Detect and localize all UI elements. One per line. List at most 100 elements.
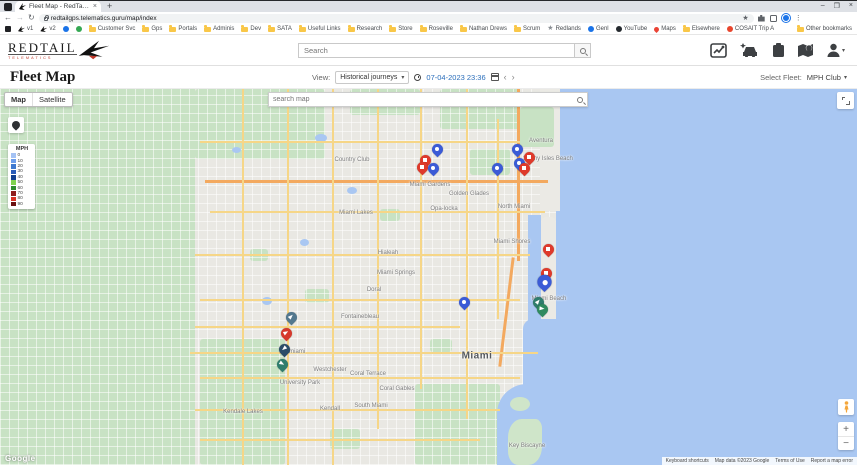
prev-period-button[interactable]: ‹ <box>504 73 507 82</box>
bookmark-item[interactable]: v1 <box>18 26 33 32</box>
search-icon[interactable] <box>577 97 583 103</box>
browser-tab[interactable]: Fleet Map - RedTail Telematics × <box>15 1 101 12</box>
datetime-value[interactable]: 07-04-2023 23:36 <box>426 73 485 82</box>
vehicle-marker[interactable] <box>279 344 290 358</box>
vehicle-alerts-icon[interactable] <box>740 43 759 57</box>
vehicle-marker[interactable] <box>459 297 470 311</box>
bookmark-item[interactable] <box>5 26 11 32</box>
vehicle-marker[interactable] <box>286 312 297 326</box>
search-input[interactable] <box>298 43 574 58</box>
bookmark-item[interactable]: Gps <box>142 26 162 32</box>
brand-logo[interactable]: REDTAIL TELEMATICS <box>8 39 111 61</box>
pegman-button[interactable] <box>838 399 854 415</box>
window-restore-button[interactable]: ❐ <box>834 2 840 10</box>
fullscreen-button[interactable] <box>837 92 854 109</box>
bookmark-item[interactable]: Genl <box>588 26 609 32</box>
new-tab-button[interactable]: + <box>107 1 112 11</box>
bookmark-item[interactable]: Maps <box>654 26 676 32</box>
search-icon <box>580 48 586 54</box>
vehicle-marker[interactable] <box>512 144 523 158</box>
bookmark-item[interactable]: Store <box>389 26 412 32</box>
marker-dot-icon <box>420 165 423 168</box>
bookmark-item[interactable]: YouTube <box>616 26 648 32</box>
map-place-label: Coral Terrace <box>350 371 386 377</box>
map-canvas[interactable]: Map Satellite MPH 0102030405060708090 Mi… <box>0 89 857 465</box>
bookmark-item[interactable]: Roseville <box>420 26 453 32</box>
browser-menu-icon[interactable]: ⋮ <box>795 14 802 22</box>
tab-title: Fleet Map - RedTail Telematics <box>29 3 90 10</box>
site-favicon <box>616 26 622 32</box>
bookmark-item[interactable]: Dev <box>241 26 261 32</box>
fleet-select[interactable]: MPH Club ▾ <box>807 73 847 82</box>
bookmark-item[interactable]: Portals <box>169 26 197 32</box>
bookmark-item[interactable] <box>76 26 82 32</box>
reload-button[interactable]: ↻ <box>28 14 35 22</box>
other-bookmarks[interactable]: Other bookmarks <box>797 26 852 32</box>
vehicle-marker[interactable] <box>428 163 439 177</box>
window-minimize-button[interactable]: – <box>821 2 825 10</box>
map-search-input[interactable] <box>273 96 577 103</box>
vehicle-marker[interactable] <box>519 163 530 177</box>
bookmark-item[interactable]: v2 <box>40 26 55 32</box>
page-title: Fleet Map <box>10 69 75 86</box>
vehicle-marker[interactable] <box>492 163 503 177</box>
zoom-out-button[interactable]: − <box>838 436 854 450</box>
attribution-link[interactable]: Report a map error <box>811 458 853 464</box>
attribution-link[interactable]: Map data ©2023 Google <box>715 458 770 464</box>
clock-icon[interactable] <box>414 74 421 81</box>
bookmark-item[interactable]: Elsewhere <box>683 26 720 32</box>
clipboard-icon[interactable] <box>772 43 785 58</box>
bookmark-item[interactable]: SATA <box>268 26 292 32</box>
marker-toggle-button[interactable] <box>8 117 24 133</box>
bookmark-star-icon[interactable]: ★ <box>742 14 748 22</box>
bookmark-item[interactable]: Adminis <box>204 26 234 32</box>
folder-icon <box>241 27 248 32</box>
map-type-map-button[interactable]: Map <box>5 93 32 106</box>
user-icon <box>827 43 840 57</box>
bookmark-item[interactable]: Customer Svc <box>89 26 136 32</box>
map-place-label: North Miami <box>498 204 530 210</box>
address-bar[interactable]: redtailgps.telematics.guru/map/index ★ <box>39 14 754 23</box>
profile-avatar[interactable] <box>782 14 790 22</box>
calendar-icon[interactable] <box>491 73 499 81</box>
select-fleet-label: Select Fleet: <box>760 73 802 82</box>
map-place-label: Key Biscayne <box>509 443 545 449</box>
map-place-label: Miami Gardens <box>410 182 451 188</box>
tab-close-icon[interactable]: × <box>93 3 97 10</box>
bookmark-item[interactable]: COSAIT Trip A <box>727 26 774 32</box>
vehicle-marker[interactable] <box>537 304 548 318</box>
bookmark-item[interactable]: ★Redlands <box>547 26 581 32</box>
vehicle-marker[interactable] <box>432 144 443 158</box>
reports-chart-icon[interactable] <box>710 43 727 58</box>
attribution-link[interactable]: Terms of Use <box>775 458 804 464</box>
search-button[interactable] <box>574 43 591 58</box>
user-menu[interactable]: ▾ <box>827 43 845 57</box>
reading-list-icon[interactable] <box>770 15 777 22</box>
map-type-satellite-button[interactable]: Satellite <box>32 93 72 106</box>
bookmark-item[interactable]: Useful Links <box>299 26 341 32</box>
marker-dot-icon <box>462 300 466 304</box>
bookmark-item[interactable]: Research <box>348 26 383 32</box>
folder-icon <box>268 27 275 32</box>
falcon-icon <box>18 26 25 32</box>
view-select[interactable]: Historical journeys ▾ <box>335 71 409 84</box>
zoom-in-button[interactable]: + <box>838 422 854 436</box>
vehicle-marker[interactable] <box>277 359 288 373</box>
bookmark-item[interactable] <box>63 26 69 32</box>
forward-button[interactable]: → <box>16 14 24 22</box>
site-favicon <box>76 26 82 32</box>
vehicle-marker[interactable] <box>537 274 551 292</box>
vehicle-marker[interactable] <box>417 162 428 176</box>
tab-search-icon[interactable] <box>4 3 12 11</box>
legend-swatch <box>11 164 16 169</box>
next-period-button[interactable]: › <box>512 73 515 82</box>
bookmark-item[interactable]: Nathan Drews <box>460 26 507 32</box>
window-close-button[interactable]: × <box>849 2 853 10</box>
map-icon[interactable] <box>798 43 814 58</box>
vehicle-marker[interactable] <box>281 328 292 342</box>
extensions-icon[interactable] <box>758 15 765 22</box>
back-button[interactable]: ← <box>4 14 12 22</box>
vehicle-marker[interactable] <box>543 244 554 258</box>
attribution-link[interactable]: Keyboard shortcuts <box>666 458 709 464</box>
bookmark-item[interactable]: Scrum <box>514 26 540 32</box>
